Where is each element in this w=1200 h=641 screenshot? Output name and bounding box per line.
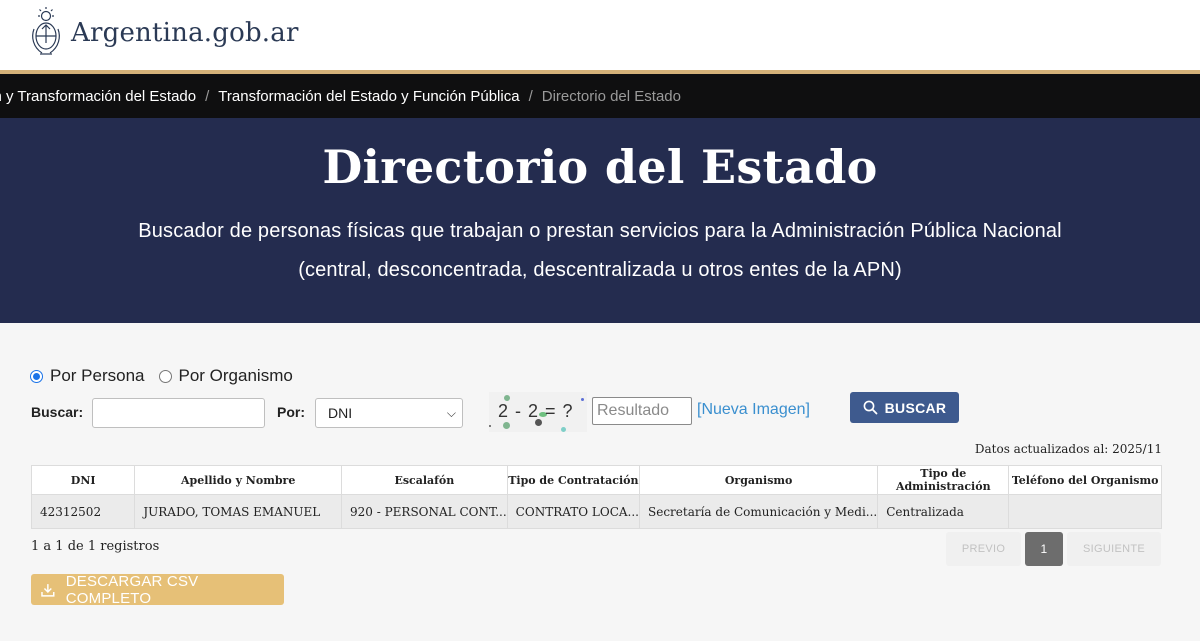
radio-por-persona-label[interactable]: Por Persona — [50, 366, 145, 386]
column-header-tipo-administracion[interactable]: Tipo de Administración — [877, 465, 1010, 495]
download-icon — [41, 583, 55, 597]
breadcrumb-current: Directorio del Estado — [541, 87, 681, 105]
results-table: DNI Apellido y Nombre Escalafón Tipo de … — [30, 465, 1162, 529]
column-header-dni[interactable]: DNI — [30, 465, 136, 495]
por-select-value: DNI — [328, 405, 353, 421]
breadcrumb: ación y Transformación del Estado / Tran… — [0, 74, 1200, 118]
cell-dni: 42312502 — [30, 494, 136, 529]
table-header-row: DNI Apellido y Nombre Escalafón Tipo de … — [30, 465, 1162, 495]
cell-escalafon: 920 - PERSONAL CONT... — [341, 494, 508, 529]
new-captcha-link[interactable]: [Nueva Imagen] — [697, 401, 810, 419]
page-subtitle-2: (central, desconcentrada, descentralizad… — [298, 259, 902, 281]
captcha-result-placeholder: Resultado — [597, 402, 670, 419]
site-header: Argentina.gob.ar — [0, 0, 1200, 70]
breadcrumb-separator: / — [528, 87, 533, 105]
por-select[interactable]: DNI ⌵ — [315, 398, 463, 428]
cell-organismo: Secretaría de Comunicación y Medi... — [638, 494, 879, 529]
search-icon — [863, 400, 878, 415]
por-label: Por: — [277, 404, 305, 420]
chevron-down-icon: ⌵ — [446, 406, 456, 420]
search-mode-group: Por Persona Por Organismo — [30, 366, 307, 386]
records-count: 1 a 1 de 1 registros — [31, 539, 160, 554]
table-row[interactable]: 42312502 JURADO, TOMAS EMANUEL 920 - PER… — [30, 494, 1162, 529]
pagination-prev-button[interactable]: PREVIO — [946, 532, 1021, 566]
radio-por-organismo-label[interactable]: Por Organismo — [179, 366, 293, 386]
page-title: Directorio del Estado — [322, 140, 878, 194]
search-button[interactable]: BUSCAR — [850, 392, 959, 423]
radio-por-organismo[interactable] — [158, 369, 172, 383]
column-header-organismo[interactable]: Organismo — [638, 465, 879, 495]
hero-banner: Directorio del Estado Buscador de person… — [0, 118, 1200, 323]
page-subtitle: Buscador de personas físicas que trabaja… — [138, 220, 1062, 242]
breadcrumb-item[interactable]: Transformación del Estado y Función Públ… — [218, 88, 519, 105]
download-csv-label: DESCARGAR CSV COMPLETO — [65, 572, 199, 607]
search-input[interactable] — [92, 398, 265, 428]
captcha-result-input[interactable]: Resultado — [592, 397, 692, 425]
coat-of-arms-icon — [32, 7, 60, 55]
breadcrumb-item[interactable]: ación y Transformación del Estado — [0, 88, 196, 105]
column-header-apellido-nombre[interactable]: Apellido y Nombre — [134, 465, 342, 495]
pagination-next-button[interactable]: SIGUIENTE — [1067, 532, 1161, 566]
cell-tipo-administracion: Centralizada — [877, 494, 1010, 529]
buscar-label: Buscar: — [31, 404, 84, 420]
cell-tipo-contratacion: CONTRATO LOCA... — [506, 494, 641, 529]
site-logo-link[interactable]: Argentina.gob.ar — [30, 6, 299, 60]
site-name: Argentina.gob.ar — [71, 18, 299, 48]
cell-telefono — [1008, 494, 1162, 529]
breadcrumb-separator: / — [205, 87, 210, 105]
column-header-telefono[interactable]: Teléfono del Organismo — [1008, 465, 1162, 495]
data-updated-text: Datos actualizados al: 2025/11 — [974, 442, 1162, 456]
captcha-text: 2 - 2 = ? — [498, 401, 574, 421]
search-button-label: BUSCAR — [884, 399, 947, 416]
download-csv-button[interactable]: DESCARGAR CSV COMPLETO — [31, 572, 284, 607]
cell-apellido-nombre: JURADO, TOMAS EMANUEL — [134, 494, 342, 529]
column-header-tipo-contratacion[interactable]: Tipo de Contratación — [506, 465, 641, 495]
captcha-image: 2 - 2 = ? — [489, 392, 587, 432]
radio-por-persona[interactable] — [30, 369, 43, 383]
column-header-escalafon[interactable]: Escalafón — [341, 465, 508, 495]
pagination-page-1[interactable]: 1 — [1025, 532, 1063, 566]
